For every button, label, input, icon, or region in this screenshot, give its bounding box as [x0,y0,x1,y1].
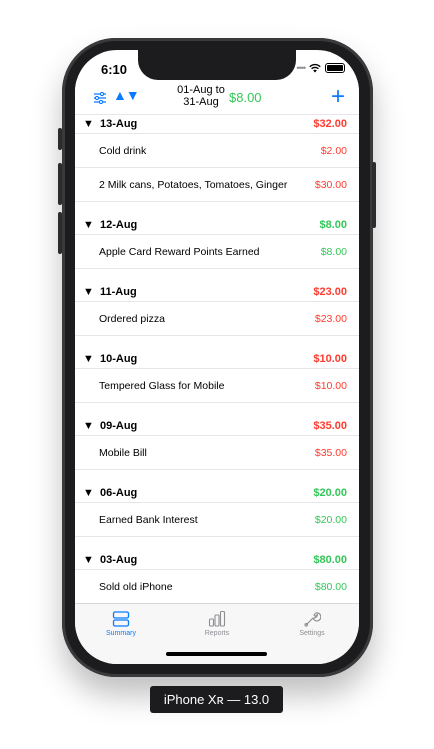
section-header[interactable]: ▼ 03-Aug $80.00 [75,551,359,570]
date-range-to: 31-Aug [183,96,219,108]
section-header[interactable]: ▼ 12-Aug $8.00 [75,216,359,235]
section-total: $23.00 [313,286,347,298]
wifi-icon [309,63,321,73]
section-date: 11-Aug [100,286,137,298]
date-range-from: 01-Aug to [177,84,225,96]
collapse-triangle-icon[interactable]: ▼ [83,487,94,499]
status-time: 6:10 [101,62,128,77]
summary-icon [112,611,130,627]
section-date: 12-Aug [100,219,138,231]
transaction-row[interactable]: 2 Milk cans, Potatoes, Tomatoes, Ginger $… [75,168,359,201]
transaction-row[interactable]: Mobile Bill $35.00 [75,436,359,469]
transaction-row[interactable]: Sold old iPhone $80.00 [75,570,359,599]
status-icons: •••• [296,63,345,73]
transaction-amount: $20.00 [314,514,347,526]
transaction-row[interactable]: Cold drink $2.00 [75,134,359,168]
section-spacer [75,201,359,216]
section-header[interactable]: ▼ 13-Aug $32.00 [75,115,359,134]
transaction-list[interactable]: ▼ 13-Aug $32.00 Cold drink $2.00 2 Milk cans,… [75,115,359,599]
tab-reports-label: Reports [204,630,230,637]
transaction-row[interactable]: Ordered pizza $23.00 [75,302,359,335]
section-spacer [75,335,359,350]
reports-icon [208,610,226,627]
transaction-description: Cold drink [99,145,147,157]
transaction-amount: $80.00 [314,581,347,593]
period-total: $8.00 [229,90,262,105]
tab-settings-label: Settings [299,630,325,637]
transaction-row[interactable]: Tempered Glass for Mobile $10.00 [75,369,359,402]
home-indicator [166,652,267,656]
section-header[interactable]: ▼ 09-Aug $35.00 [75,417,359,436]
notch [138,50,296,80]
transaction-row[interactable]: Earned Bank Interest $20.00 [75,503,359,536]
volume-up-button [58,163,62,205]
transaction-amount: $30.00 [314,179,347,191]
signal-icon: •••• [296,63,306,73]
section-total: $20.00 [313,487,347,499]
section-spacer [75,469,359,484]
volume-down-button [58,212,62,254]
collapse-triangle-icon[interactable]: ▼ [83,353,94,365]
section-spacer [75,536,359,551]
section-date: 09-Aug [100,420,138,432]
tab-reports[interactable]: Reports [182,610,252,637]
transaction-amount: $2.00 [320,145,347,157]
mute-switch [58,128,62,150]
collapse-triangle-icon[interactable]: ▼ [83,286,94,298]
section-header[interactable]: ▼ 06-Aug $20.00 [75,484,359,503]
collapse-triangle-icon[interactable]: ▼ [83,420,94,432]
app-screen: 6:10 •••• ▲▼ 01-Aug to 31-Aug $8.00 + ▼ 1… [75,50,359,664]
transaction-description: 2 Milk cans, Potatoes, Tomatoes, Ginger [99,179,288,191]
transaction-description: Sold old iPhone [99,581,173,593]
section-header[interactable]: ▼ 11-Aug $23.00 [75,283,359,302]
collapse-triangle-icon[interactable]: ▼ [83,118,94,130]
sort-icon[interactable]: ▲▼ [113,87,140,103]
transaction-description: Mobile Bill [99,447,147,459]
tab-settings[interactable]: Settings [277,610,347,637]
section-date: 10-Aug [100,353,138,365]
nav-bar: ▲▼ 01-Aug to 31-Aug $8.00 + [75,80,359,115]
side-button [372,162,376,228]
section-total: $10.00 [313,353,347,365]
collapse-triangle-icon[interactable]: ▼ [83,219,94,231]
section-date: 03-Aug [100,554,138,566]
transaction-amount: $8.00 [320,246,347,258]
tab-summary-label: Summary [106,630,136,637]
transaction-description: Earned Bank Interest [99,514,198,526]
transaction-description: Ordered pizza [99,313,165,325]
transaction-description: Tempered Glass for Mobile [99,380,225,392]
section-spacer [75,402,359,417]
battery-icon [325,63,345,73]
settings-icon [304,612,321,627]
tab-summary[interactable]: Summary [86,610,156,637]
device-caption: iPhone Xʀ — 13.0 [150,686,283,713]
add-transaction-button[interactable]: + [331,83,345,111]
transaction-amount: $23.00 [314,313,347,325]
section-total: $80.00 [313,554,347,566]
section-total: $35.00 [313,420,347,432]
transaction-row[interactable]: Apple Card Reward Points Earned $8.00 [75,235,359,268]
section-date: 13-Aug [100,118,138,130]
section-total: $32.00 [313,118,347,130]
date-range[interactable]: 01-Aug to 31-Aug [171,84,231,108]
section-header[interactable]: ▼ 10-Aug $10.00 [75,350,359,369]
collapse-triangle-icon[interactable]: ▼ [83,554,94,566]
section-total: $8.00 [319,219,347,231]
filter-icon[interactable] [93,91,107,105]
section-spacer [75,268,359,283]
transaction-amount: $10.00 [314,380,347,392]
transaction-amount: $35.00 [314,447,347,459]
transaction-description: Apple Card Reward Points Earned [99,246,260,258]
section-date: 06-Aug [100,487,138,499]
